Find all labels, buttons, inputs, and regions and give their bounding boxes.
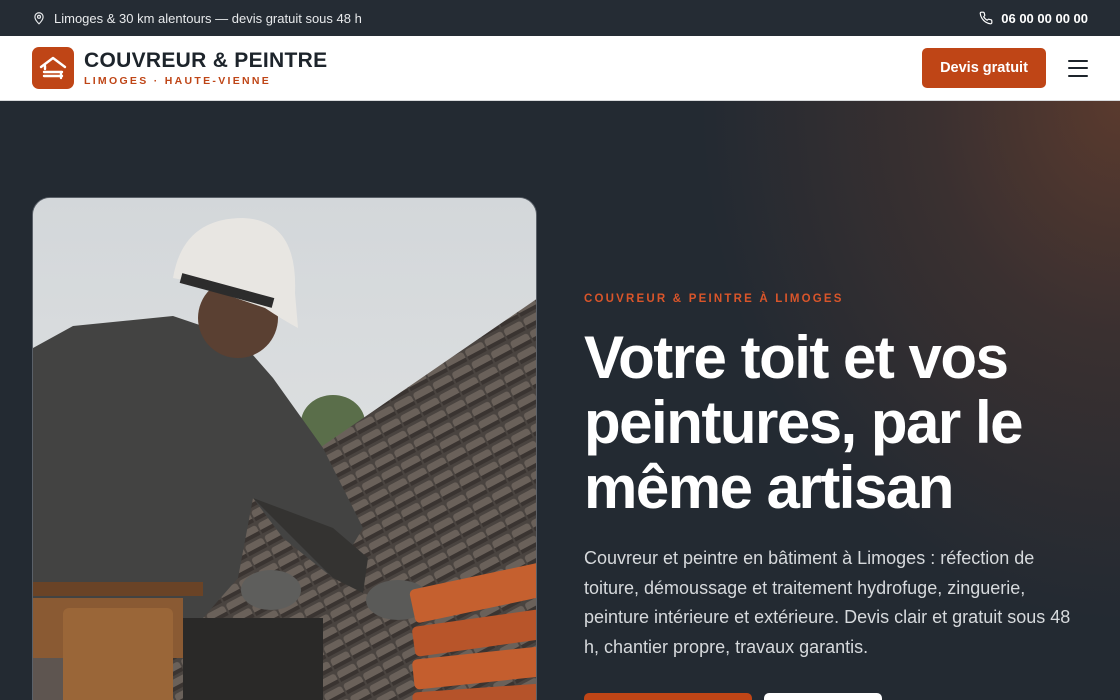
roofer-on-tiled-roof-photo [32, 197, 537, 700]
house-roof-icon [32, 47, 74, 89]
hero-title: Votre toit et vos peintures, par le même… [584, 324, 1023, 521]
phone-icon [979, 11, 993, 25]
site-header: COUVREUR & PEINTRE LIMOGES · HAUTE-VIENN… [0, 36, 1120, 101]
map-pin-icon [32, 11, 46, 25]
hero-section: COUVREUR & PEINTRE À LIMOGES Votre toit … [0, 101, 1120, 700]
location-info: Limoges & 30 km alentours — devis gratui… [32, 11, 362, 26]
brand-subtitle: LIMOGES · HAUTE-VIENNE [84, 74, 272, 87]
brand-logo-link[interactable]: COUVREUR & PEINTRE LIMOGES · HAUTE-VIENN… [32, 47, 327, 89]
phone-link[interactable]: 06 00 00 00 00 [979, 11, 1088, 26]
hero-secondary-button[interactable] [764, 693, 882, 700]
hero-cta-row [584, 693, 882, 700]
phone-number[interactable]: 06 00 00 00 00 [1001, 11, 1088, 26]
hero-description: Couvreur et peintre en bâtiment à Limoge… [584, 548, 1071, 657]
brand-name: COUVREUR & PEINTRE [84, 48, 328, 72]
hero-eyebrow: COUVREUR & PEINTRE À LIMOGES [584, 293, 844, 305]
top-info-bar: Limoges & 30 km alentours — devis gratui… [0, 0, 1120, 36]
devis-gratuit-button[interactable]: Devis gratuit [922, 48, 1046, 88]
hamburger-menu-icon[interactable] [1068, 59, 1088, 77]
hero-primary-button[interactable] [584, 693, 752, 700]
location-text: Limoges & 30 km alentours — devis gratui… [54, 10, 362, 26]
